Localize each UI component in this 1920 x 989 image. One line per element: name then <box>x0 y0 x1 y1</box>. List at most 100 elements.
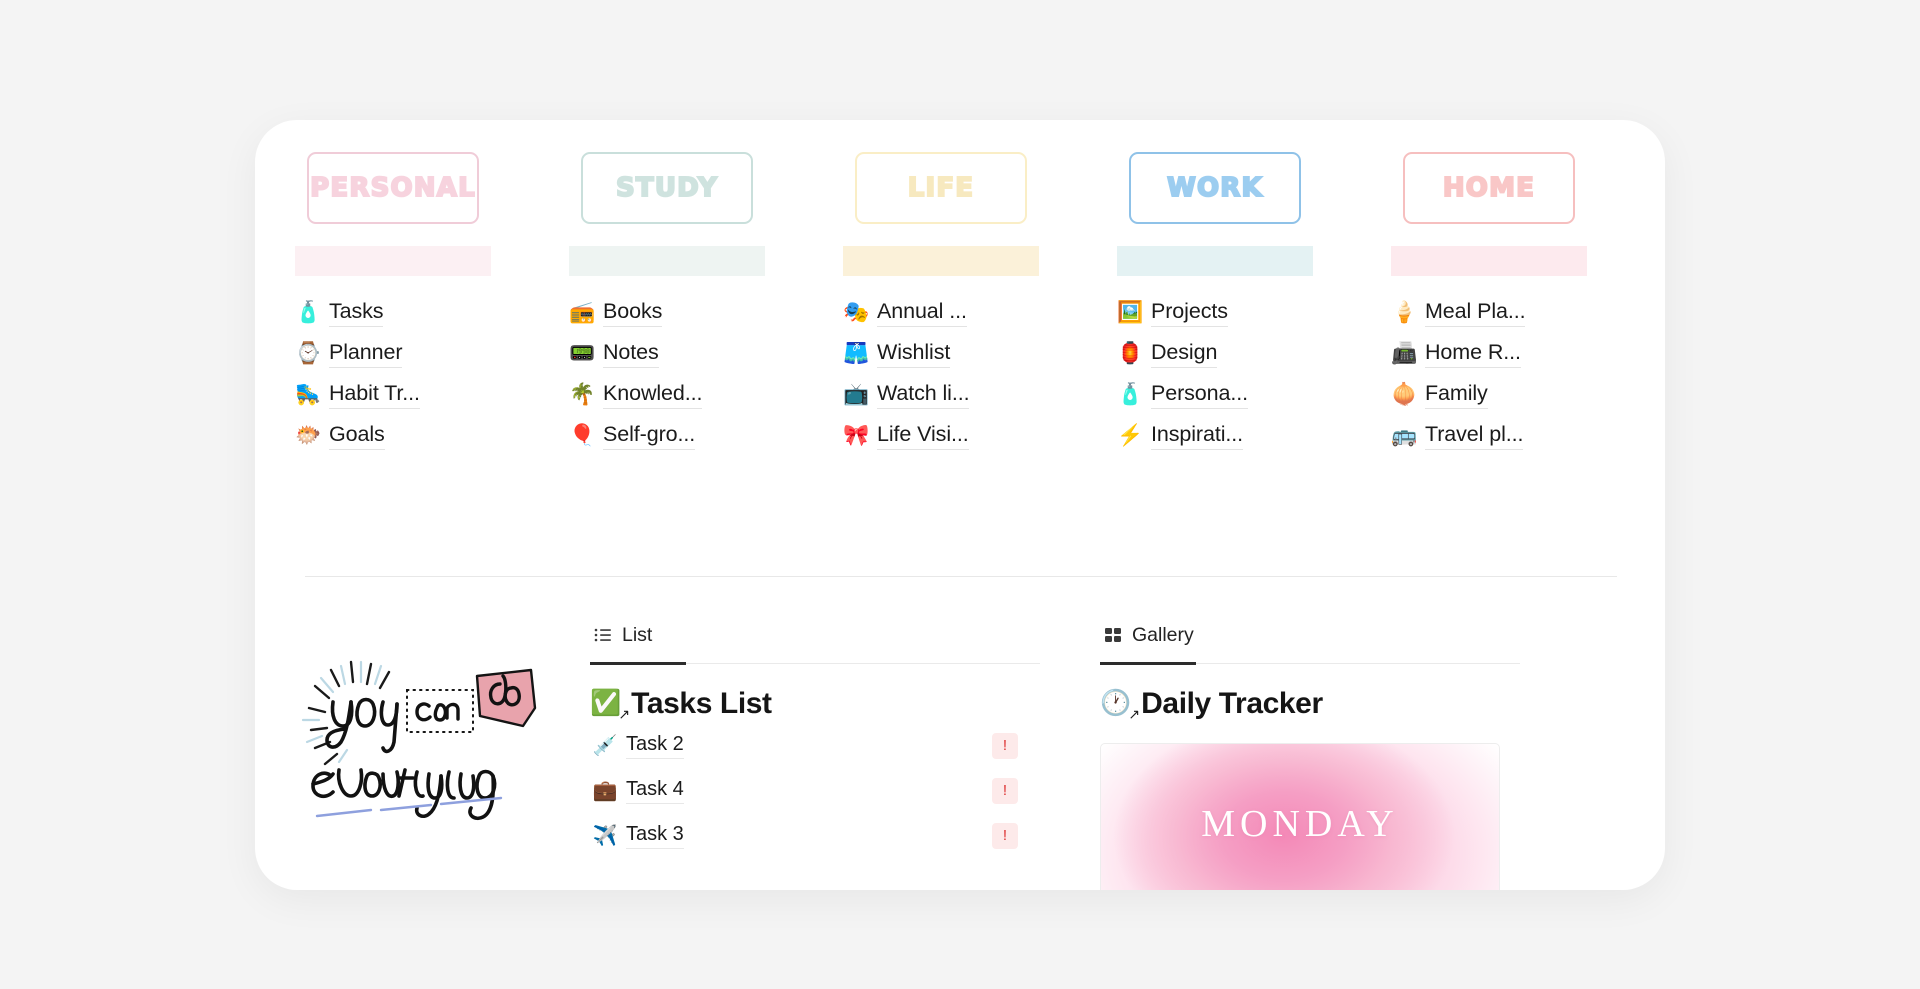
television-icon: 📺 <box>843 383 870 406</box>
category-item-label: Wishlist <box>877 340 950 368</box>
category-item[interactable]: 🧴 Persona... <box>1117 374 1391 415</box>
category-item[interactable]: 🎀 Life Visi... <box>843 415 1117 456</box>
category-item-label: Inspirati... <box>1151 422 1243 450</box>
gallery-card-label: MONDAY <box>1201 802 1399 845</box>
tab-gallery-active-underline <box>1100 662 1196 665</box>
category-badge-label: PERSONAL <box>309 172 476 204</box>
balloon-icon: 🎈 <box>569 424 596 447</box>
category-item-label: Projects <box>1151 299 1228 327</box>
roller-skate-icon: 🛼 <box>295 383 322 406</box>
syringe-icon: 💉 <box>592 735 618 757</box>
category-badge-label: LIFE <box>907 172 975 204</box>
tab-list[interactable]: List <box>590 618 1040 652</box>
category-item[interactable]: 📻 Books <box>569 292 843 333</box>
category-item[interactable]: 🖼️ Projects <box>1117 292 1391 333</box>
task-name: Task 3 <box>626 823 684 849</box>
category-band-work <box>1117 246 1313 276</box>
category-items-study: 📻 Books 📟 Notes 🌴 Knowled... 🎈 Self-gro... <box>569 292 843 456</box>
category-item[interactable]: 🩳 Wishlist <box>843 333 1117 374</box>
category-item[interactable]: 🍦 Meal Pla... <box>1391 292 1665 333</box>
bottom-section: List ✅ ↗ Tasks List 💉 Task 2! 💼 Task 4! ✈️ Tas… <box>255 590 1665 890</box>
task-list: 💉 Task 2! 💼 Task 4! ✈️ Task 3! <box>590 726 1040 856</box>
task-row[interactable]: ✈️ Task 3! <box>590 816 1040 856</box>
category-column-study: STUDY 📻 Books 📟 Notes 🌴 Knowled... 🎈 Self-gro... <box>569 152 843 456</box>
gallery-card-monday[interactable]: MONDAY <box>1100 742 1500 890</box>
task-name: Task 4 <box>626 778 684 804</box>
tasks-list-heading[interactable]: ✅ ↗ Tasks List <box>590 686 1040 722</box>
tab-list-active-underline <box>590 662 686 665</box>
radio-icon: 📻 <box>569 301 596 324</box>
category-item[interactable]: 🧴 Tasks <box>295 292 569 333</box>
gallery-view-panel: Gallery 🕐 ↗ Daily Tracker MONDAY <box>1100 590 1520 890</box>
category-badge-study[interactable]: STUDY <box>581 152 753 224</box>
category-item[interactable]: 🐡 Goals <box>295 415 569 456</box>
list-view-icon <box>593 625 613 645</box>
category-item[interactable]: 🚌 Travel pl... <box>1391 415 1665 456</box>
airplane-icon: ✈️ <box>592 825 618 847</box>
category-item[interactable]: 📠 Home R... <box>1391 333 1665 374</box>
list-view-panel: List ✅ ↗ Tasks List 💉 Task 2! 💼 Task 4! ✈️ Tas… <box>590 590 1040 890</box>
category-item[interactable]: 🏮 Design <box>1117 333 1391 374</box>
category-items-home: 🍦 Meal Pla... 📠 Home R... 🧅 Family 🚌 Travel pl.… <box>1391 292 1665 456</box>
category-item[interactable]: 📺 Watch li... <box>843 374 1117 415</box>
category-item-label: Home R... <box>1425 340 1521 368</box>
gallery-view-icon <box>1103 625 1123 645</box>
briefcase-icon: 💼 <box>592 780 618 802</box>
check-badge-icon: ✅ ↗ <box>590 689 631 722</box>
blowfish-icon: 🐡 <box>295 424 322 447</box>
category-item-label: Design <box>1151 340 1217 368</box>
category-item-label: Goals <box>329 422 385 450</box>
category-item-label: Self-gro... <box>603 422 695 450</box>
tab-gallery[interactable]: Gallery <box>1100 618 1520 652</box>
category-badge-label: STUDY <box>615 172 719 204</box>
category-column-personal: PERSONAL 🧴 Tasks ⌚ Planner 🛼 Habit Tr... 🐡 Goals <box>295 152 569 456</box>
category-item-label: Habit Tr... <box>329 381 420 409</box>
priority-badge: ! <box>992 822 1018 849</box>
task-row[interactable]: 💉 Task 2! <box>590 726 1040 766</box>
category-badge-label: HOME <box>1442 172 1536 204</box>
tab-gallery-underline-row <box>1100 652 1520 665</box>
category-item[interactable]: 🧅 Family <box>1391 374 1665 415</box>
category-items-life: 🎭 Annual ... 🩳 Wishlist 📺 Watch li... 🎀 Life Vi… <box>843 292 1117 456</box>
shorts-icon: 🩳 <box>843 342 870 365</box>
category-item-label: Family <box>1425 381 1488 409</box>
category-item-label: Life Visi... <box>877 422 969 450</box>
category-column-work: WORK 🖼️ Projects 🏮 Design 🧴 Persona... ⚡ Inspira… <box>1117 152 1391 456</box>
spray-bottle-icon: 🧴 <box>295 301 322 324</box>
tab-underline-row <box>590 652 1040 665</box>
category-badge-work[interactable]: WORK <box>1129 152 1301 224</box>
bus-icon: 🚌 <box>1391 424 1418 447</box>
category-item-label: Tasks <box>329 299 384 327</box>
category-item-label: Annual ... <box>877 299 967 327</box>
category-item-label: Watch li... <box>877 381 970 409</box>
ice-cream-icon: 🍦 <box>1391 301 1418 324</box>
category-badge-personal[interactable]: PERSONAL <box>307 152 479 224</box>
tab-gallery-label: Gallery <box>1132 623 1194 646</box>
mask-icon: 🎭 <box>843 301 870 324</box>
tasks-list-title: Tasks List <box>631 686 772 720</box>
clock-icon: 🕐 ↗ <box>1100 689 1141 722</box>
category-item[interactable]: 🎈 Self-gro... <box>569 415 843 456</box>
category-item[interactable]: 🌴 Knowled... <box>569 374 843 415</box>
lightning-icon: ⚡ <box>1117 424 1144 447</box>
category-item[interactable]: 📟 Notes <box>569 333 843 374</box>
task-row[interactable]: 💼 Task 4! <box>590 771 1040 811</box>
category-item[interactable]: ⌚ Planner <box>295 333 569 374</box>
category-item-label: Knowled... <box>603 381 703 409</box>
category-column-home: HOME 🍦 Meal Pla... 📠 Home R... 🧅 Family 🚌 Travel… <box>1391 152 1665 456</box>
category-item-label: Books <box>603 299 662 327</box>
onion-icon: 🧅 <box>1391 383 1418 406</box>
category-item[interactable]: ⚡ Inspirati... <box>1117 415 1391 456</box>
category-item[interactable]: 🎭 Annual ... <box>843 292 1117 333</box>
category-badge-life[interactable]: LIFE <box>855 152 1027 224</box>
tab-gallery-rest-line <box>1196 663 1520 664</box>
category-band-personal <box>295 246 491 276</box>
category-items-personal: 🧴 Tasks ⌚ Planner 🛼 Habit Tr... 🐡 Goals <box>295 292 569 456</box>
watch-icon: ⌚ <box>295 342 322 365</box>
daily-tracker-heading[interactable]: 🕐 ↗ Daily Tracker <box>1100 687 1520 722</box>
tab-list-label: List <box>622 623 653 646</box>
tab-list-rest-line <box>686 663 1040 664</box>
fax-machine-icon: 📠 <box>1391 342 1418 365</box>
category-badge-home[interactable]: HOME <box>1403 152 1575 224</box>
category-item[interactable]: 🛼 Habit Tr... <box>295 374 569 415</box>
